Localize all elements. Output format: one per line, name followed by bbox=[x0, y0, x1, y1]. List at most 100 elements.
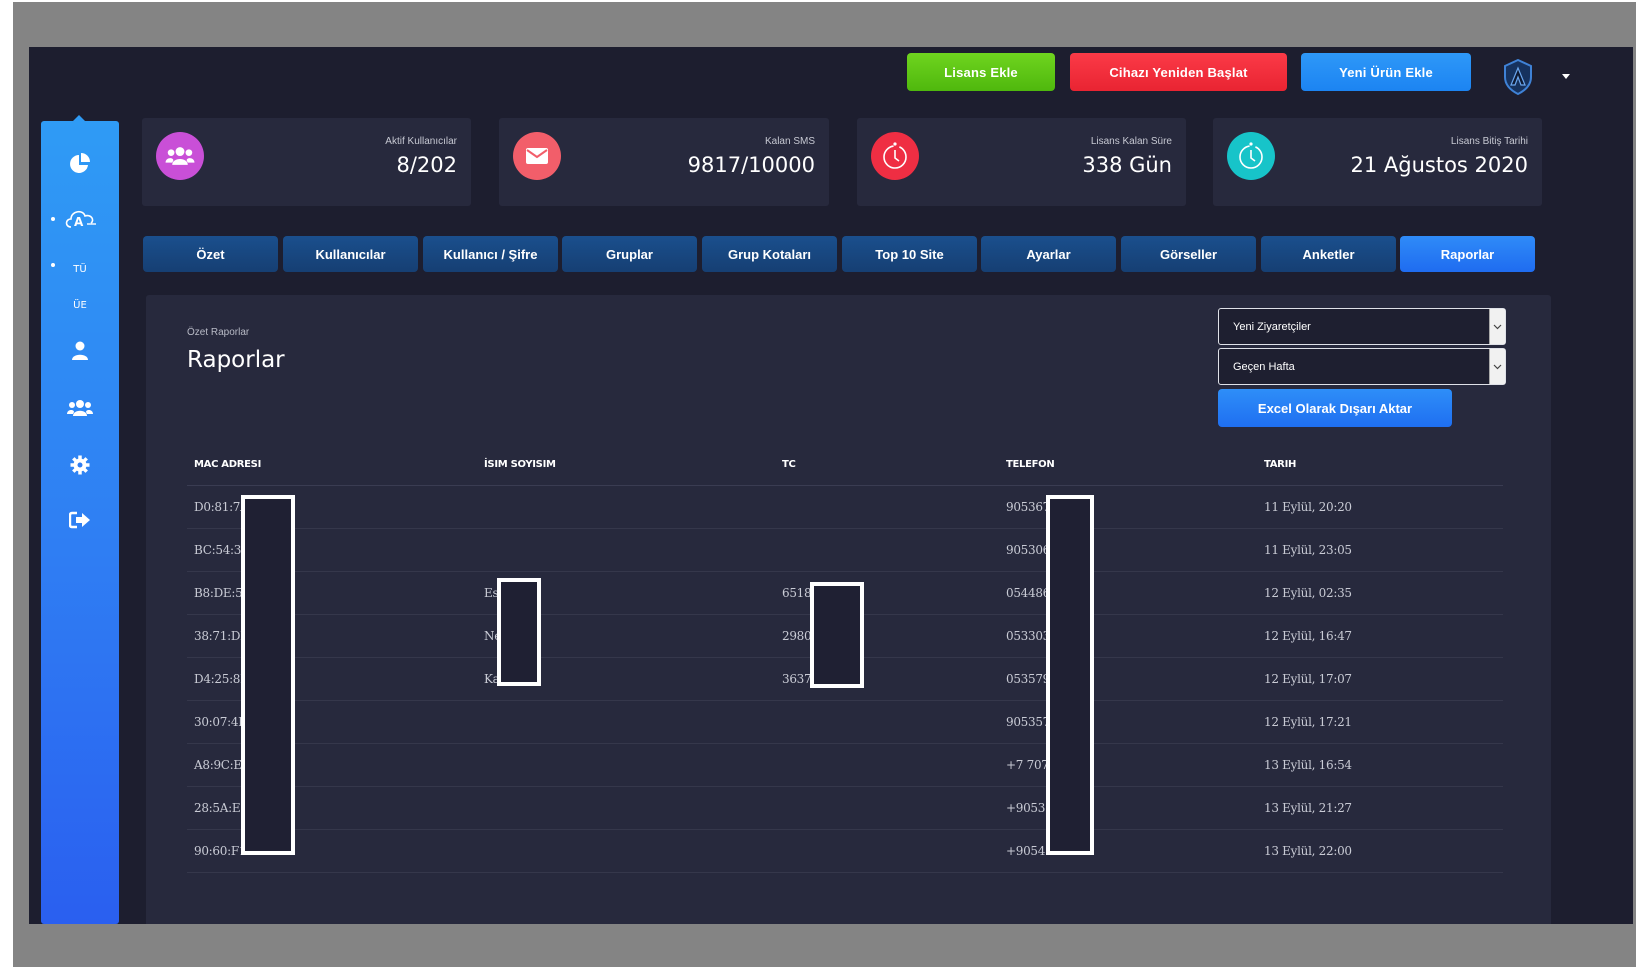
cell-mac: 28:5A:EB bbox=[187, 786, 477, 830]
tab-ayarlar[interactable]: Ayarlar bbox=[981, 236, 1116, 272]
sidebar-item-dashboard[interactable] bbox=[41, 153, 119, 180]
column-header-tc[interactable]: TC bbox=[775, 445, 999, 486]
cell-tc: 3637 bbox=[775, 657, 999, 701]
export-excel-button[interactable]: Excel Olarak Dışarı Aktar bbox=[1218, 389, 1452, 427]
stat-value: 21 Ağustos 2020 bbox=[1350, 153, 1529, 177]
table-row[interactable]: D0:81:7A 905367 11 Eylül, 20:20 bbox=[187, 485, 1503, 529]
cell-tc: 2980 bbox=[775, 614, 999, 658]
user-menu-caret-icon[interactable] bbox=[1562, 74, 1570, 79]
sidebar-item-label: TÜ bbox=[73, 264, 87, 275]
tab-kullanicilar[interactable]: Kullanıcılar bbox=[283, 236, 418, 272]
cell-date: 12 Eylül, 16:47 bbox=[1257, 614, 1503, 658]
cell-phone: 053303 bbox=[999, 614, 1257, 658]
cell-date: 12 Eylül, 17:07 bbox=[1257, 657, 1503, 701]
redaction-box-phone bbox=[1046, 495, 1094, 855]
redaction-box-name bbox=[497, 578, 541, 686]
reports-panel: Özet Raporlar Raporlar Yeni Ziyaretçiler… bbox=[146, 295, 1551, 924]
cell-phone: 054486 bbox=[999, 571, 1257, 615]
tab-gorseller[interactable]: Görseller bbox=[1121, 236, 1256, 272]
cell-mac: BC:54:36 bbox=[187, 528, 477, 572]
sidebar-item-ue[interactable]: ÜE bbox=[41, 295, 119, 313]
cell-name bbox=[477, 786, 775, 830]
table-row[interactable]: 30:07:4D 905357 12 Eylül, 17:21 bbox=[187, 700, 1503, 744]
cell-name bbox=[477, 485, 775, 529]
stat-card-sms: Kalan SMS 9817/10000 bbox=[499, 118, 829, 206]
sidebar-notch bbox=[73, 115, 85, 121]
cell-date: 13 Eylül, 16:54 bbox=[1257, 743, 1503, 787]
user-icon bbox=[71, 341, 89, 365]
stat-label: Aktif Kullanıcılar bbox=[385, 136, 457, 147]
users-icon bbox=[156, 132, 204, 180]
cell-phone: 905357 bbox=[999, 700, 1257, 744]
restart-device-button[interactable]: Cihazı Yeniden Başlat bbox=[1070, 53, 1287, 91]
brand-shield-icon[interactable] bbox=[1503, 58, 1533, 100]
cell-phone: +90545 bbox=[999, 829, 1257, 873]
cell-date: 11 Eylül, 23:05 bbox=[1257, 528, 1503, 572]
timer-icon bbox=[871, 132, 919, 180]
column-header-mac[interactable]: MAC ADRESI bbox=[187, 445, 477, 486]
sidebar: A TÜ ÜE bbox=[41, 115, 119, 924]
cell-name bbox=[477, 700, 775, 744]
column-header-date[interactable]: TARIH bbox=[1257, 445, 1503, 486]
table-header-row: MAC ADRESI İSIM SOYISIM TC TELEFON TARIH bbox=[187, 445, 1503, 486]
add-license-button[interactable]: Lisans Ekle bbox=[907, 53, 1055, 91]
cell-phone: +90533 bbox=[999, 786, 1257, 830]
stat-value: 9817/10000 bbox=[687, 153, 815, 177]
stat-card-license-end: Lisans Bitiş Tarihi 21 Ağustos 2020 bbox=[1213, 118, 1542, 206]
report-type-value: Yeni Ziyaretçiler bbox=[1233, 320, 1311, 333]
cell-phone: +7 7072 bbox=[999, 743, 1257, 787]
tab-gruplar[interactable]: Gruplar bbox=[562, 236, 697, 272]
table-row[interactable]: BC:54:36 905306 11 Eylül, 23:05 bbox=[187, 528, 1503, 572]
cell-date: 12 Eylül, 02:35 bbox=[1257, 571, 1503, 615]
cell-mac: D4:25:8B bbox=[187, 657, 477, 701]
breadcrumb: Özet Raporlar bbox=[187, 327, 250, 338]
add-product-button[interactable]: Yeni Ürün Ekle bbox=[1301, 53, 1471, 91]
stat-label: Lisans Kalan Süre bbox=[1090, 136, 1172, 147]
cell-phone: 905306 bbox=[999, 528, 1257, 572]
cell-phone: 905367 bbox=[999, 485, 1257, 529]
column-header-name[interactable]: İSIM SOYISIM bbox=[477, 445, 775, 486]
period-select[interactable]: Geçen Hafta bbox=[1218, 348, 1506, 385]
cell-tc bbox=[775, 700, 999, 744]
stat-value: 8/202 bbox=[396, 153, 457, 177]
sidebar-item-cloud[interactable]: A bbox=[41, 207, 119, 236]
sidebar-item-label: ÜE bbox=[73, 300, 87, 311]
cell-mac: B8:DE:5E bbox=[187, 571, 477, 615]
report-type-select[interactable]: Yeni Ziyaretçiler bbox=[1218, 308, 1506, 345]
cell-tc bbox=[775, 485, 999, 529]
tab-anketler[interactable]: Anketler bbox=[1261, 236, 1396, 272]
stat-card-license-remaining: Lisans Kalan Süre 338 Gün bbox=[857, 118, 1186, 206]
cell-tc: 6518 bbox=[775, 571, 999, 615]
sidebar-item-users[interactable] bbox=[41, 399, 119, 422]
cell-mac: 30:07:4D bbox=[187, 700, 477, 744]
redaction-box-mac bbox=[241, 495, 295, 855]
tab-top-10-site[interactable]: Top 10 Site bbox=[842, 236, 977, 272]
chevron-down-icon bbox=[1489, 309, 1505, 344]
table-row[interactable]: 90:60:F1 +90545 13 Eylül, 22:00 bbox=[187, 829, 1503, 873]
cell-name bbox=[477, 829, 775, 873]
sidebar-item-settings[interactable] bbox=[41, 455, 119, 480]
envelope-icon bbox=[513, 132, 561, 180]
cell-date: 13 Eylül, 21:27 bbox=[1257, 786, 1503, 830]
tab-kullanici-sifre[interactable]: Kullanıcı / Şifre bbox=[423, 236, 558, 272]
sidebar-item-tu[interactable]: TÜ bbox=[41, 259, 119, 277]
table-row[interactable]: A8:9C:ED +7 7072 13 Eylül, 16:54 bbox=[187, 743, 1503, 787]
cell-mac: A8:9C:ED bbox=[187, 743, 477, 787]
tab-raporlar[interactable]: Raporlar bbox=[1400, 236, 1535, 272]
column-header-phone[interactable]: TELEFON bbox=[999, 445, 1257, 486]
cell-mac: D0:81:7A bbox=[187, 485, 477, 529]
sidebar-item-logout[interactable] bbox=[41, 511, 119, 534]
timer-icon bbox=[1227, 132, 1275, 180]
sidebar-item-user[interactable] bbox=[41, 341, 119, 366]
cell-date: 12 Eylül, 17:21 bbox=[1257, 700, 1503, 744]
cell-date: 13 Eylül, 22:00 bbox=[1257, 829, 1503, 873]
table-row[interactable]: 28:5A:EB +90533 13 Eylül, 21:27 bbox=[187, 786, 1503, 830]
cell-mac: 90:60:F1 bbox=[187, 829, 477, 873]
cell-name bbox=[477, 743, 775, 787]
cell-tc bbox=[775, 743, 999, 787]
tab-ozet[interactable]: Özet bbox=[143, 236, 278, 272]
tab-grup-kotalari[interactable]: Grup Kotaları bbox=[702, 236, 837, 272]
page-title: Raporlar bbox=[187, 347, 285, 373]
cell-phone: 053579 bbox=[999, 657, 1257, 701]
app-window: Lisans Ekle Cihazı Yeniden Başlat Yeni Ü… bbox=[29, 47, 1633, 924]
